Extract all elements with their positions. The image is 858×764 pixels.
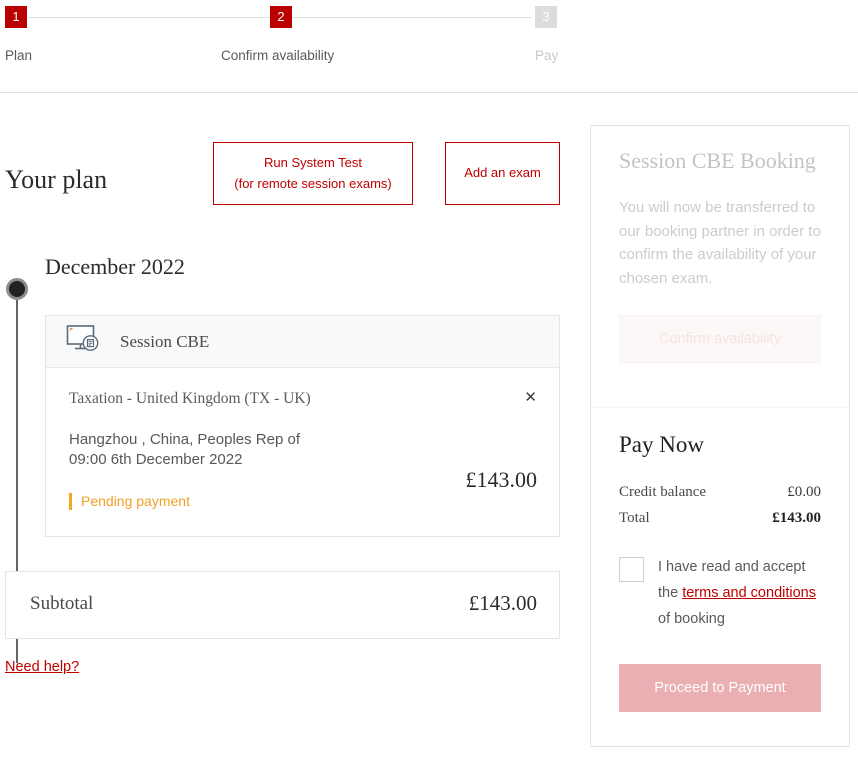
run-system-test-label: Run System Test: [263, 154, 363, 170]
terms-acceptance: I have read and accept the terms and con…: [619, 555, 821, 632]
add-an-exam-label: Add an exam: [464, 165, 541, 181]
step-1[interactable]: 1: [5, 6, 27, 28]
total-label: Total: [619, 510, 650, 526]
terms-and-conditions-link[interactable]: terms and conditions: [682, 585, 816, 601]
terms-text: I have read and accept the terms and con…: [658, 555, 821, 632]
run-system-test-sublabel: (for remote session exams): [234, 175, 392, 191]
exam-location: Hangzhou , China, Peoples Rep of: [69, 431, 300, 448]
monitor-document-icon: [66, 324, 102, 359]
subtotal-label: Subtotal: [30, 593, 94, 614]
exam-type-label: Session CBE: [120, 331, 210, 351]
exam-name: Taxation - United Kingdom (TX - UK): [69, 390, 311, 407]
subtotal-value: £143.00: [468, 591, 537, 615]
credit-balance-label: Credit balance: [619, 484, 707, 500]
pay-now-title: Pay Now: [619, 432, 704, 457]
exam-price: £143.00: [465, 466, 538, 492]
month-heading: December 2022: [45, 254, 185, 279]
exam-card-header: Session CBE: [46, 316, 559, 368]
step-3-number: 3: [535, 6, 557, 28]
status-bar: [69, 492, 72, 510]
subtotal-box: Subtotal £143.00: [5, 571, 560, 639]
proceed-to-payment-button[interactable]: Proceed to Payment: [619, 664, 821, 713]
step-1-label: Plan: [5, 48, 33, 63]
status-label: Pending payment: [81, 493, 190, 510]
total-row: Total £143.00: [619, 510, 821, 527]
step-2-number: 2: [270, 6, 292, 28]
credit-balance-row: Credit balance £0.00: [619, 484, 821, 501]
booking-page: 1 2 3 Plan Confirm availability Pay Your…: [0, 0, 858, 764]
proceed-to-payment-label: Proceed to Payment: [654, 680, 786, 697]
credit-balance-value: £0.00: [787, 484, 821, 500]
progress-stepper: 1 2 3 Plan Confirm availability Pay: [0, 0, 858, 93]
need-help-link[interactable]: Need help?: [5, 659, 79, 675]
step-1-number: 1: [5, 6, 27, 28]
booking-sidebar: Session CBE Booking You will now be tran…: [590, 125, 850, 747]
step-3[interactable]: 3: [535, 6, 557, 28]
close-icon[interactable]: ✕: [524, 390, 537, 405]
add-an-exam-button[interactable]: Add an exam: [445, 142, 560, 205]
confirm-availability-label: Confirm availability: [659, 330, 781, 347]
exam-card: Session CBE ✕ Taxation - United Kingdom …: [45, 315, 560, 537]
step-3-label: Pay: [535, 48, 559, 63]
step-connector-1: [28, 17, 278, 18]
booking-section-description: You will now be transferred to our booki…: [619, 199, 821, 288]
confirm-availability-button[interactable]: Confirm availability: [619, 314, 821, 363]
terms-checkbox[interactable]: [619, 557, 644, 582]
step-2[interactable]: 2: [270, 6, 292, 28]
plan-column: Your plan Run System Test (for remote se…: [0, 93, 590, 764]
run-system-test-button[interactable]: Run System Test (for remote session exam…: [213, 142, 413, 205]
terms-suffix: of booking: [658, 610, 725, 627]
pay-now-section: Pay Now Credit balance £0.00 Total £143.…: [591, 408, 849, 713]
exam-card-body: ✕ Taxation - United Kingdom (TX - UK) Ha…: [46, 368, 559, 536]
page-title: Your plan: [5, 165, 108, 195]
booking-section-title: Session CBE Booking: [619, 148, 816, 173]
timeline-dot-icon: [6, 278, 28, 300]
step-2-label: Confirm availability: [221, 48, 335, 63]
session-cbe-booking-section: Session CBE Booking You will now be tran…: [591, 126, 849, 408]
step-connector-2: [292, 17, 532, 18]
total-value: £143.00: [772, 510, 821, 526]
status-badge: Pending payment: [69, 492, 539, 510]
